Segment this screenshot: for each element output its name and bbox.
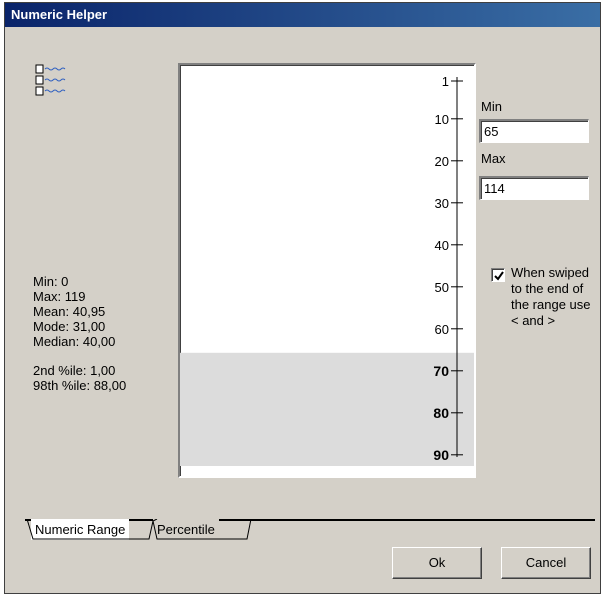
statistics-summary: Min: 0 Max: 119 Mean: 40,95 Mode: 31,00 … [33,274,126,393]
max-label: Max [481,151,506,166]
stat-median: Median: 40,00 [33,334,116,349]
range-scale-panel[interactable]: 1 10 20 30 40 50 60 70 80 90 [178,63,476,478]
scale-tick-label: 40 [435,238,449,253]
scale-tick-label: 20 [435,154,449,169]
stat-mode: Mode: 31,00 [33,319,106,334]
range-scale[interactable]: 1 10 20 30 40 50 60 70 80 90 [180,65,474,476]
stat-98th-percentile: 98th %ile: 88,00 [33,378,127,393]
stat-2nd-percentile: 2nd %ile: 1,00 [33,363,116,378]
max-input[interactable] [479,176,589,200]
stat-min: Min: 0 [33,274,69,289]
scale-tick-label: 80 [433,405,449,421]
swipe-option-label: When swiped to the end of the range use … [511,265,591,328]
tab-outline [26,519,252,540]
min-label: Min [481,99,502,114]
scale-tick-label: 1 [442,74,449,89]
swipe-checkbox[interactable] [491,268,505,282]
checkmark-icon [494,271,504,281]
scale-tick-label: 50 [435,280,449,295]
ok-button[interactable]: Ok [392,547,482,579]
scale-tick-label: 60 [435,322,449,337]
title-bar[interactable]: Numeric Helper [5,3,600,27]
selected-range-highlight [180,352,474,466]
scale-tick-label: 90 [433,447,449,463]
stat-max: Max: 119 [33,289,86,304]
scale-tick-label: 10 [435,112,449,127]
numeric-helper-dialog: Numeric Helper Min: 0 Max: 119 Mean: 40,… [4,2,601,594]
document-list-icon [35,64,66,96]
min-input[interactable] [479,119,589,143]
stat-mean: Mean: 40,95 [33,304,106,319]
window-title: Numeric Helper [11,7,108,22]
scale-tick-label: 30 [435,196,449,211]
cancel-button[interactable]: Cancel [501,547,591,579]
scale-tick-label: 70 [433,363,449,379]
